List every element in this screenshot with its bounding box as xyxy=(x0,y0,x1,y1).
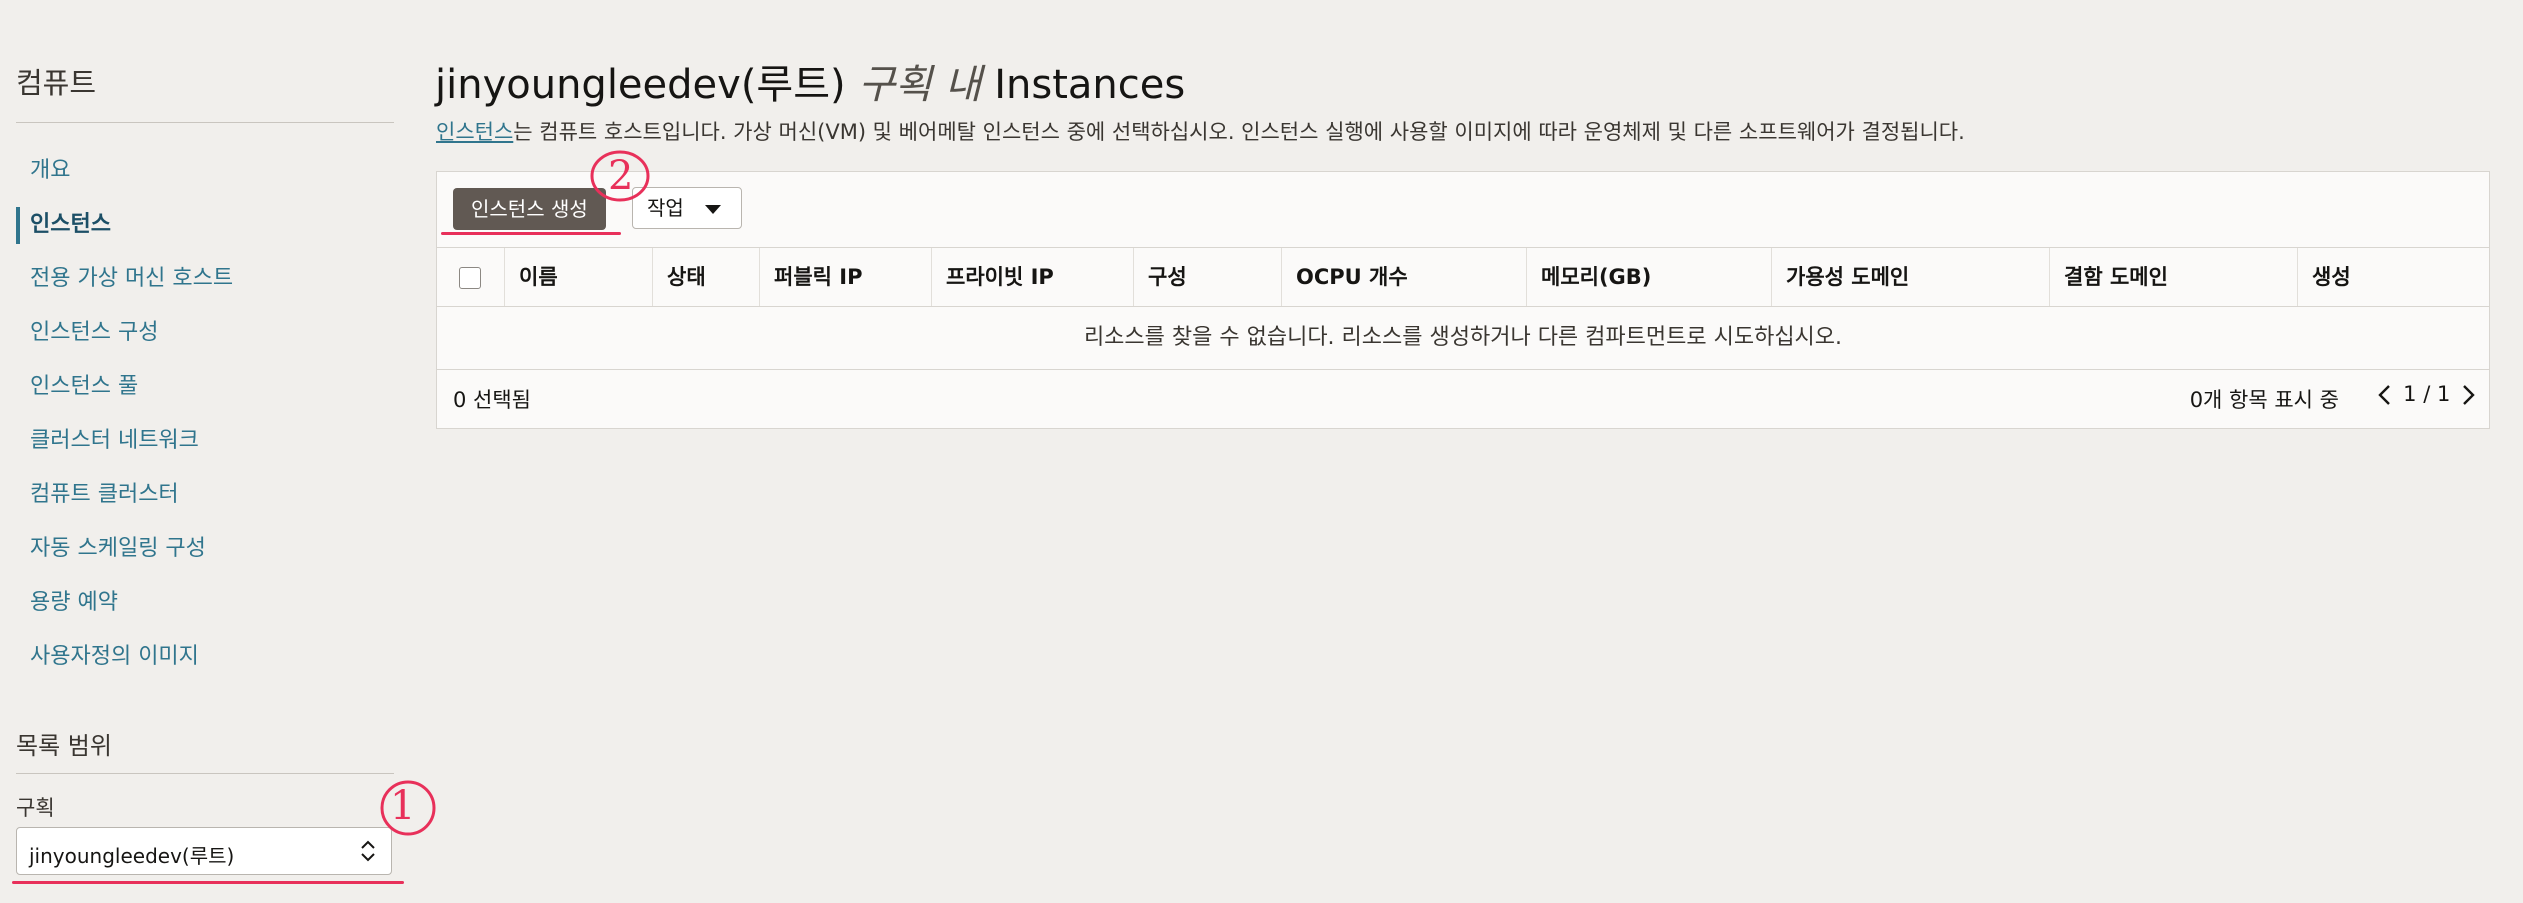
sidebar-item-dedicated-vm-hosts[interactable]: 전용 가상 머신 호스트 xyxy=(16,252,394,306)
column-header-public-ip[interactable]: 퍼블릭 IP xyxy=(759,248,931,306)
sidebar-item-cluster-networks[interactable]: 클러스터 네트워크 xyxy=(16,414,394,468)
annotation-underline-create xyxy=(441,232,621,235)
sidebar-nav: 개요 인스턴스 전용 가상 머신 호스트 인스턴스 구성 인스턴스 풀 클러스터… xyxy=(16,144,394,684)
page-title: jinyoungleedev(루트) 구획 내 Instances xyxy=(435,52,1185,110)
instances-table-panel: 인스턴스 생성 작업 이름 상태 퍼블릭 IP 프라이빗 IP 구성 OCPU … xyxy=(436,171,2490,429)
sidebar-item-custom-images[interactable]: 사용자정의 이미지 xyxy=(16,630,394,684)
page-indicator: 1 / 1 xyxy=(2403,382,2451,406)
annotation-underline-compartment xyxy=(12,881,404,884)
sidebar-item-capacity-reservations[interactable]: 용량 예약 xyxy=(16,576,394,630)
pagination: 1 / 1 xyxy=(2374,382,2479,408)
table-header: 이름 상태 퍼블릭 IP 프라이빗 IP 구성 OCPU 개수 메모리(GB) … xyxy=(437,247,2489,307)
column-header-shape[interactable]: 구성 xyxy=(1133,248,1281,306)
column-header-private-ip[interactable]: 프라이빗 IP xyxy=(931,248,1133,306)
sidebar-item-autoscaling-configurations[interactable]: 자동 스케일링 구성 xyxy=(16,522,394,576)
list-scope-title: 목록 범위 xyxy=(16,732,112,760)
sidebar-divider xyxy=(16,122,394,123)
compartment-select[interactable]: jinyoungleedev(루트) xyxy=(16,827,392,875)
caret-down-icon xyxy=(705,205,721,214)
column-header-fault-domain[interactable]: 결함 도메인 xyxy=(2049,248,2297,306)
compartment-select-value: jinyoungleedev(루트) xyxy=(29,844,235,868)
annotation-circle-1 xyxy=(380,780,436,836)
next-page-icon[interactable] xyxy=(2457,382,2479,408)
sidebar-item-compute-clusters[interactable]: 컴퓨트 클러스터 xyxy=(16,468,394,522)
page-description: 인스턴스는 컴퓨트 호스트입니다. 가상 머신(VM) 및 베어메탈 인스턴스 … xyxy=(436,116,1965,146)
actions-menu-label: 작업 xyxy=(647,196,684,220)
sidebar-item-instance-configurations[interactable]: 인스턴스 구성 xyxy=(16,306,394,360)
page-description-text: 는 컴퓨트 호스트입니다. 가상 머신(VM) 및 베어메탈 인스턴스 중에 선… xyxy=(513,120,1965,144)
create-instance-button[interactable]: 인스턴스 생성 xyxy=(453,188,606,230)
up-down-chevron-icon xyxy=(361,840,375,862)
column-header-state[interactable]: 상태 xyxy=(652,248,759,306)
select-all-checkbox[interactable] xyxy=(459,267,481,289)
column-header-memory-gb[interactable]: 메모리(GB) xyxy=(1526,248,1771,306)
selected-count: 0 선택됨 xyxy=(453,388,531,412)
sidebar-item-instance-pools[interactable]: 인스턴스 풀 xyxy=(16,360,394,414)
list-scope-divider xyxy=(16,773,394,774)
page-title-resource: Instances xyxy=(994,62,1186,108)
column-header-ocpu-count[interactable]: OCPU 개수 xyxy=(1281,248,1526,306)
annotation-marker-2: 2 xyxy=(608,153,634,199)
items-shown-count: 0개 항목 표시 중 xyxy=(2189,388,2339,412)
column-header-availability-domain[interactable]: 가용성 도메인 xyxy=(1771,248,2049,306)
previous-page-icon[interactable] xyxy=(2374,382,2396,408)
page-title-in: 구획 내 xyxy=(858,62,982,108)
compartment-label: 구획 xyxy=(16,796,55,820)
sidebar-item-instances[interactable]: 인스턴스 xyxy=(16,198,394,252)
column-header-created[interactable]: 생성 xyxy=(2297,248,2489,306)
sidebar: 컴퓨트 개요 인스턴스 전용 가상 머신 호스트 인스턴스 구성 인스턴스 풀 … xyxy=(16,0,394,903)
table-empty-message: 리소스를 찾을 수 없습니다. 리소스를 생성하거나 다른 컴파트먼트로 시도하… xyxy=(437,307,2489,370)
sidebar-item-overview[interactable]: 개요 xyxy=(16,144,394,198)
instances-doc-link[interactable]: 인스턴스 xyxy=(436,120,513,144)
page-title-compartment: jinyoungleedev(루트) xyxy=(435,62,846,108)
sidebar-title: 컴퓨트 xyxy=(16,66,97,100)
column-header-name[interactable]: 이름 xyxy=(504,248,652,306)
